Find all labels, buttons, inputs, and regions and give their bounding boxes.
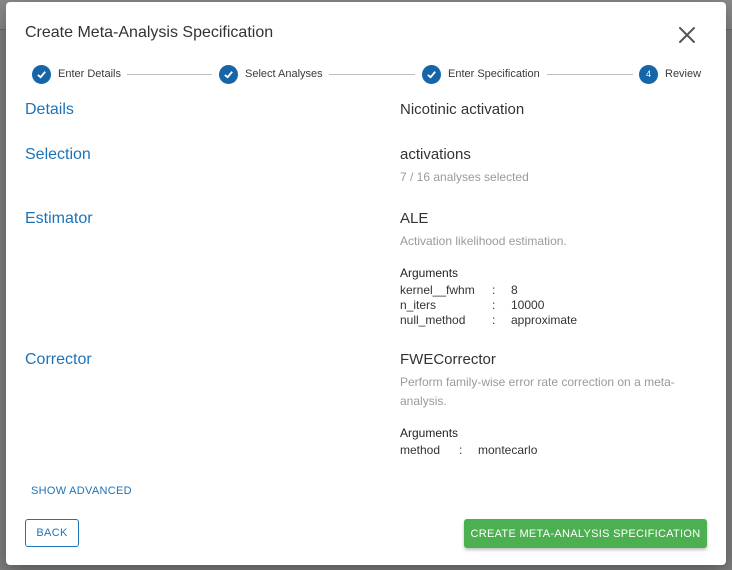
step-enter-details[interactable]: Enter Details xyxy=(32,64,121,84)
dialog-title: Create Meta-Analysis Specification xyxy=(25,24,274,41)
corrector-heading: Corrector xyxy=(25,351,92,368)
argument-value: montecarlo xyxy=(478,443,538,457)
estimator-heading: Estimator xyxy=(25,210,93,227)
show-advanced-link[interactable]: SHOW ADVANCED xyxy=(31,485,132,497)
step-connector xyxy=(127,74,212,75)
check-icon xyxy=(32,64,51,84)
argument-value: 8 xyxy=(511,283,518,297)
step-label: Enter Details xyxy=(58,68,121,80)
argument-key: method xyxy=(400,443,441,457)
estimator-arguments-label: Arguments xyxy=(400,266,459,280)
estimator-value: ALE xyxy=(400,210,429,227)
back-button[interactable]: BACK xyxy=(25,519,79,547)
close-icon[interactable] xyxy=(677,25,697,45)
argument-key: n_iters xyxy=(400,298,437,312)
corrector-description: Perform family-wise error rate correctio… xyxy=(400,375,675,408)
step-review[interactable]: 4 Review xyxy=(639,64,701,84)
argument-value: 10000 xyxy=(511,298,545,312)
selection-summary: 7 / 16 analyses selected xyxy=(400,170,529,184)
argument-key: kernel__fwhm xyxy=(400,283,475,297)
estimator-description: Activation likelihood estimation. xyxy=(400,234,567,248)
step-select-analyses[interactable]: Select Analyses xyxy=(219,64,323,84)
argument-separator: : xyxy=(492,283,496,297)
check-icon xyxy=(219,64,238,84)
argument-separator: : xyxy=(492,298,496,312)
step-connector xyxy=(329,74,415,75)
meta-analysis-dialog: Create Meta-Analysis Specification Enter… xyxy=(6,2,726,565)
argument-value: approximate xyxy=(511,313,578,327)
selection-heading: Selection xyxy=(25,146,91,163)
argument-separator: : xyxy=(492,313,496,327)
step-connector xyxy=(547,74,633,75)
step-number-badge: 4 xyxy=(639,64,658,84)
check-icon xyxy=(422,64,441,84)
details-value: Nicotinic activation xyxy=(400,101,525,118)
step-label: Review xyxy=(665,68,702,80)
create-specification-button[interactable]: CREATE META-ANALYSIS SPECIFICATION xyxy=(464,519,707,548)
corrector-value: FWECorrector xyxy=(400,351,496,368)
argument-separator: : xyxy=(459,443,463,457)
details-heading: Details xyxy=(25,101,74,118)
selection-value: activations xyxy=(400,146,471,163)
argument-key: null_method xyxy=(400,313,466,327)
step-enter-specification[interactable]: Enter Specification xyxy=(422,64,540,84)
step-label: Select Analyses xyxy=(245,68,323,80)
step-label: Enter Specification xyxy=(448,68,540,80)
corrector-arguments-label: Arguments xyxy=(400,426,459,440)
